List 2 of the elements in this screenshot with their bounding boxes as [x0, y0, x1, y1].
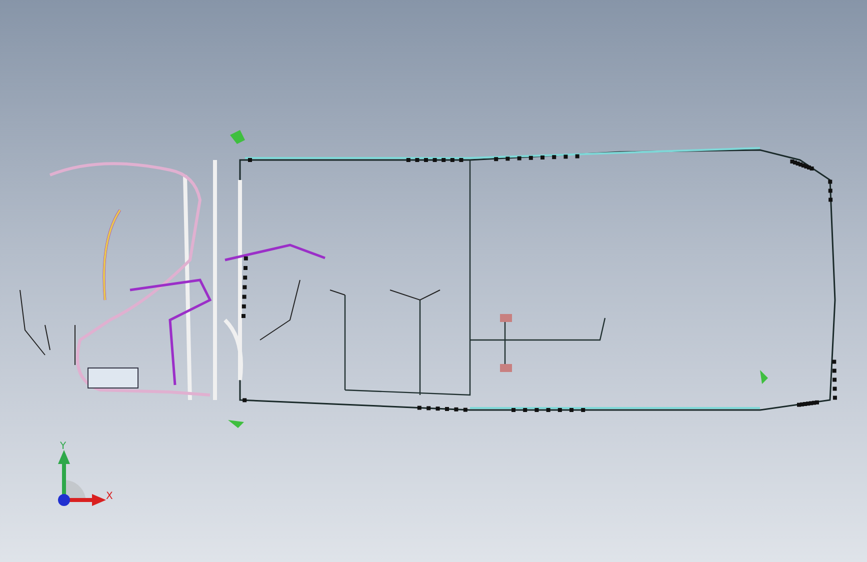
x-axis-label: X: [106, 492, 113, 502]
y-axis-label: Y: [60, 442, 66, 452]
